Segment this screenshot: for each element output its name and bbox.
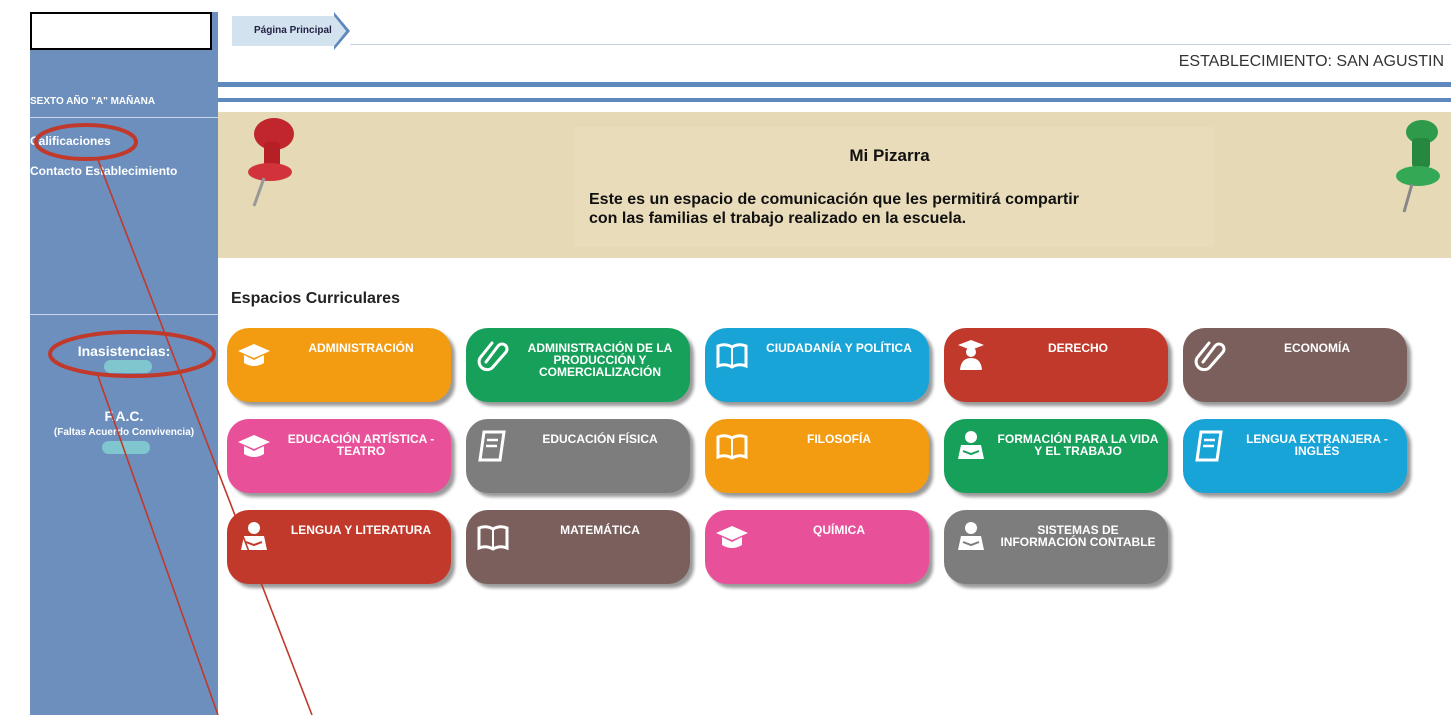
- divider: [30, 117, 218, 118]
- subject-button[interactable]: ECONOMÍA: [1183, 328, 1407, 402]
- sidebar-item-contacto[interactable]: Contacto Establecimiento: [30, 164, 177, 178]
- pizarra-line-2: con las familias el trabajo realizado en…: [589, 210, 967, 227]
- fac-title: F.A.C.: [104, 408, 144, 424]
- pizarra-line-1: Este es un espacio de comunicación que l…: [589, 191, 1079, 208]
- open-book-icon: [477, 525, 509, 551]
- header-bar: [218, 98, 1451, 102]
- fac-count-badge: [102, 441, 150, 454]
- reader-icon: [958, 431, 984, 459]
- paperclip-icon: [1194, 341, 1226, 372]
- subject-button[interactable]: EDUCACIÓN ARTÍSTICA - TEATRO: [227, 419, 451, 493]
- green-pushpin-icon: [1396, 120, 1440, 213]
- subject-button[interactable]: FILOSOFÍA: [705, 419, 929, 493]
- subject-button[interactable]: QUÍMICA: [705, 510, 929, 584]
- graduation-cap-icon: [716, 526, 748, 548]
- pizarra-title: Mi Pizarra: [849, 146, 930, 165]
- subject-label: LENGUA Y LITERATURA: [290, 523, 432, 537]
- sidebar-header-box: [30, 12, 212, 50]
- subject-button[interactable]: ADMINISTRACIÓN: [227, 328, 451, 402]
- notebook-icon: [1195, 430, 1223, 462]
- subject-label: EDUCACIÓN FÍSICA: [542, 432, 658, 446]
- absences-count-badge: [104, 360, 152, 373]
- curricular-title: Espacios Curriculares: [231, 290, 400, 307]
- course-label: SEXTO AÑO "A" MAÑANA: [30, 96, 156, 107]
- sidebar: SEXTO AÑO "A" MAÑANA Calificaciones Cont…: [30, 12, 218, 715]
- subject-label: FILOSOFÍA: [807, 432, 871, 446]
- pizarra-paper: [574, 127, 1214, 247]
- notebook-icon: [478, 430, 506, 462]
- absences-title: Inasistencias:: [77, 343, 171, 359]
- fac-subtitle: (Faltas Acuerdo Convivencia): [53, 427, 195, 438]
- subject-label: ADMINISTRACIÓN DE LA PRODUCCIÓN Y COMERC…: [527, 341, 673, 379]
- subject-label: ECONOMÍA: [1284, 341, 1350, 355]
- paperclip-icon: [477, 341, 509, 372]
- sidebar-item-calificaciones[interactable]: Calificaciones: [30, 134, 111, 148]
- subject-button[interactable]: LENGUA EXTRANJERA - INGLÉS: [1183, 419, 1407, 493]
- graduation-cap-icon: [238, 344, 270, 366]
- subject-button[interactable]: SISTEMAS DE INFORMACIÓN CONTABLE: [944, 510, 1168, 584]
- header-bar: [218, 82, 1451, 87]
- subject-button[interactable]: FORMACIÓN PARA LA VIDA Y EL TRABAJO: [944, 419, 1168, 493]
- pizarra-message: Este es un espacio de comunicación que l…: [589, 190, 1079, 228]
- subject-button[interactable]: CIUDADANÍA Y POLÍTICA: [705, 328, 929, 402]
- open-book-icon: [716, 434, 748, 460]
- subject-label: DERECHO: [1047, 341, 1108, 355]
- subject-button[interactable]: MATEMÁTICA: [466, 510, 690, 584]
- subject-label: QUÍMICA: [813, 523, 865, 537]
- subject-label: MATEMÁTICA: [560, 523, 640, 537]
- subject-label: CIUDADANÍA Y POLÍTICA: [766, 341, 912, 355]
- subject-button[interactable]: ADMINISTRACIÓN DE LA PRODUCCIÓN Y COMERC…: [466, 328, 690, 402]
- reader-icon: [241, 522, 267, 550]
- graduation-cap-icon: [238, 435, 270, 457]
- subject-button[interactable]: DERECHO: [944, 328, 1168, 402]
- header-rule: [350, 44, 1451, 45]
- subject-label: ADMINISTRACIÓN: [308, 341, 414, 355]
- open-book-icon: [716, 343, 748, 369]
- subject-label: LENGUA EXTRANJERA - INGLÉS: [1246, 432, 1388, 458]
- subject-button[interactable]: EDUCACIÓN FÍSICA: [466, 419, 690, 493]
- graduate-student-icon: [958, 340, 984, 370]
- breadcrumb[interactable]: Página Principal: [232, 16, 336, 46]
- reader-icon: [958, 522, 984, 550]
- subject-label: EDUCACIÓN ARTÍSTICA - TEATRO: [287, 432, 435, 458]
- subject-label: FORMACIÓN PARA LA VIDA Y EL TRABAJO: [997, 432, 1159, 458]
- pizarra-banner: Mi Pizarra Este es un espacio de comunic…: [218, 112, 1451, 258]
- subject-label: SISTEMAS DE INFORMACIÓN CONTABLE: [1000, 523, 1156, 549]
- divider: [30, 314, 218, 315]
- establishment-label: ESTABLECIMIENTO: SAN AGUSTIN: [1178, 53, 1444, 70]
- subject-button[interactable]: LENGUA Y LITERATURA: [227, 510, 451, 584]
